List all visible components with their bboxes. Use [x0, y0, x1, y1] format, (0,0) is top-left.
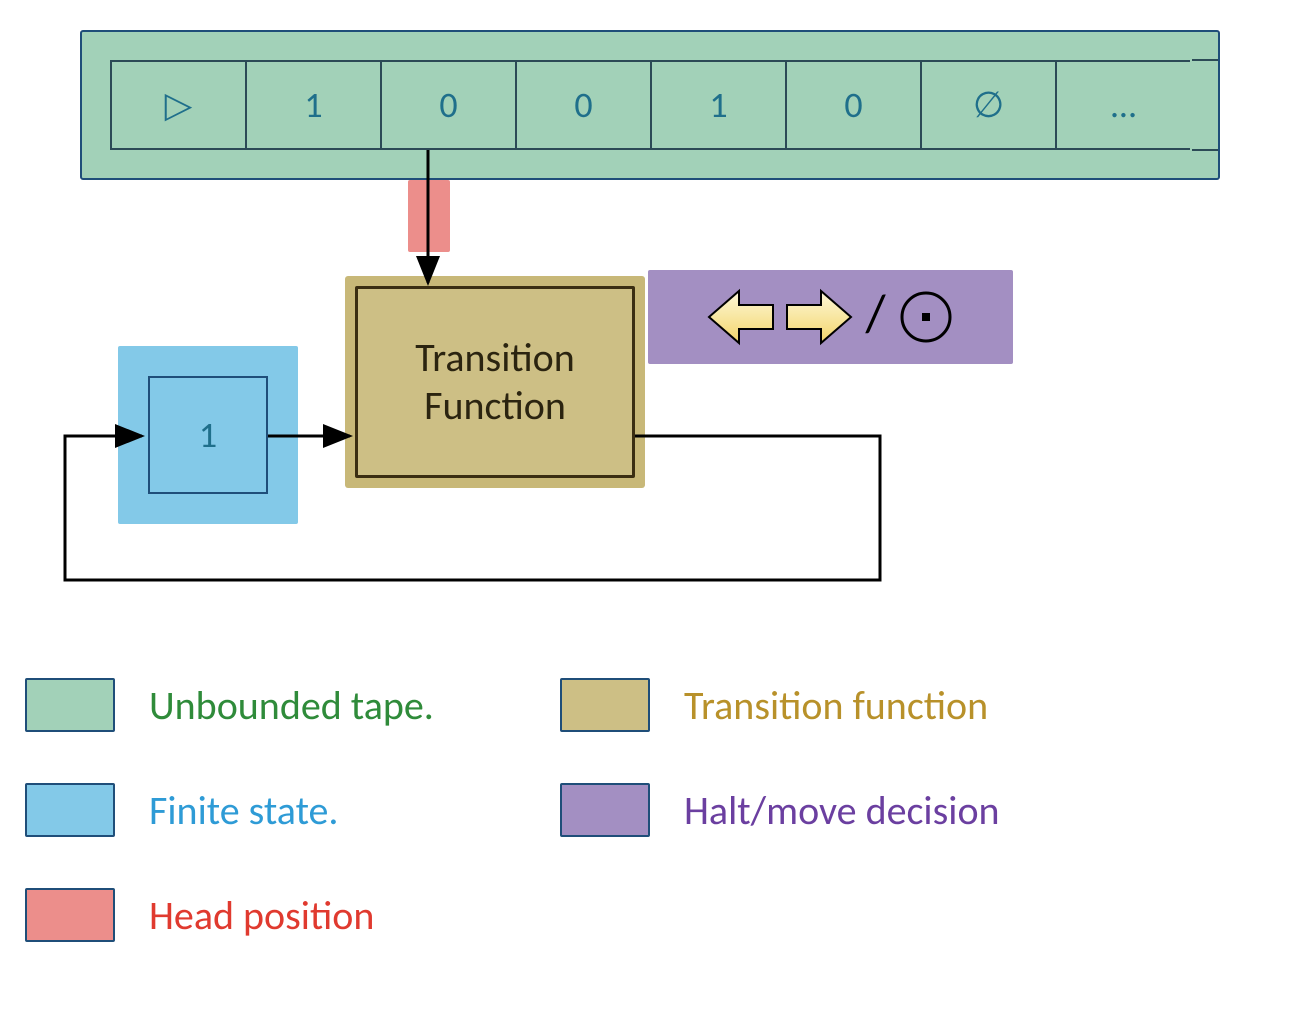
tape-cell-5: 0 [785, 60, 920, 150]
halt-move-box: / [648, 270, 1013, 364]
transition-function-label-1: Transition [415, 334, 575, 382]
turing-machine-diagram: ▷ 1 0 0 1 0 ∅ … Transition Function 1 [0, 0, 1301, 1031]
legend-column-2: Transition function Halt/move decision [560, 670, 1000, 880]
head-position-marker [408, 180, 450, 252]
tape-cell-1: 1 [245, 60, 380, 150]
arrow-left-icon [705, 287, 775, 347]
legend-state: Finite state. [25, 775, 434, 845]
legend-column-1: Unbounded tape. Finite state. Head posit… [25, 670, 434, 985]
legend-head-swatch [25, 888, 115, 942]
legend-tf-swatch [560, 678, 650, 732]
tape-cell-0: ▷ [110, 60, 245, 150]
legend-tape: Unbounded tape. [25, 670, 434, 740]
legend-state-swatch [25, 783, 115, 837]
legend-tf: Transition function [560, 670, 1000, 740]
tape-cell-2: 0 [380, 60, 515, 150]
legend-head-label: Head position [149, 891, 374, 940]
tape-cell-6: ∅ [920, 60, 1055, 150]
tape-cells: ▷ 1 0 0 1 0 ∅ … [110, 60, 1195, 150]
legend-tape-swatch [25, 678, 115, 732]
tape-cell-7: … [1055, 60, 1190, 150]
tape-cell-3: 0 [515, 60, 650, 150]
transition-function-label-2: Function [424, 382, 566, 430]
legend-tf-label: Transition function [684, 681, 988, 730]
transition-function-box: Transition Function [355, 286, 635, 478]
legend-state-label: Finite state. [149, 786, 339, 835]
legend-hm-label: Halt/move decision [684, 786, 1000, 835]
state-box: 1 [148, 376, 268, 494]
legend-tape-label: Unbounded tape. [149, 681, 434, 730]
legend-hm-swatch [560, 783, 650, 837]
state-value: 1 [199, 413, 217, 457]
legend-hm: Halt/move decision [560, 775, 1000, 845]
legend-head: Head position [25, 880, 434, 950]
arrow-right-icon [785, 287, 855, 347]
halt-icon [896, 287, 956, 347]
tape-cell-4: 1 [650, 60, 785, 150]
slash-separator: / [865, 281, 885, 345]
